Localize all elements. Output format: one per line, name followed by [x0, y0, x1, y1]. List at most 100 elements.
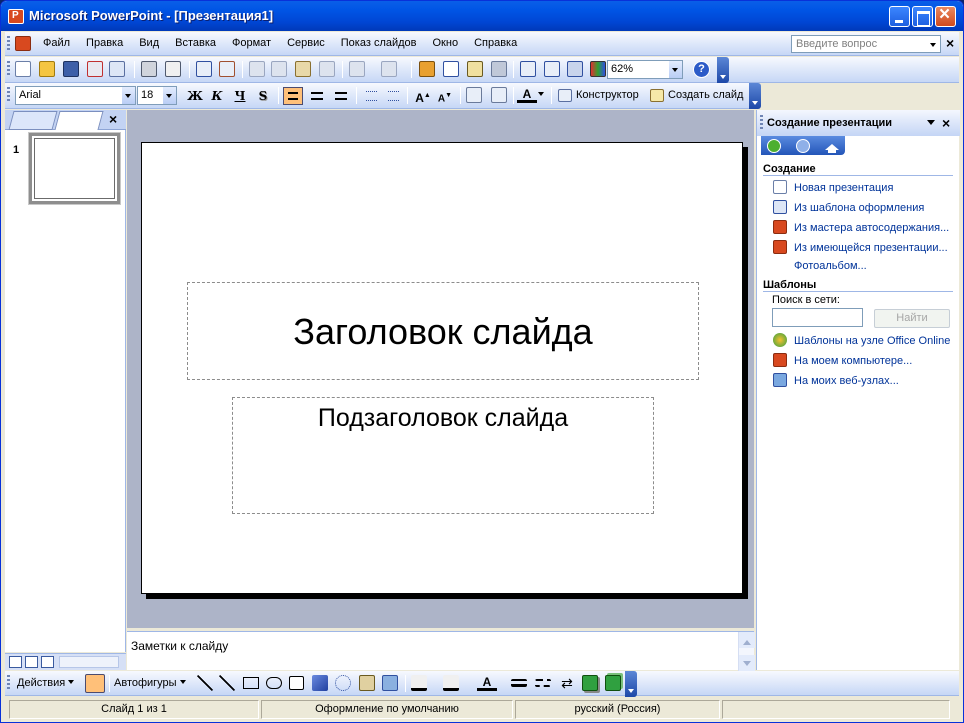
chevron-down-icon[interactable]	[927, 37, 939, 51]
paste-icon[interactable]	[295, 61, 311, 77]
on-my-web-sites-link[interactable]: На моих веб-узлах...	[773, 373, 899, 387]
3d-style-icon[interactable]	[605, 675, 621, 691]
decrease-indent-icon[interactable]	[466, 87, 482, 103]
chevron-down-icon[interactable]	[538, 92, 545, 99]
toolbar-grip[interactable]	[7, 675, 10, 691]
line-color-icon[interactable]	[443, 675, 459, 691]
on-my-computer-link[interactable]: На моем компьютере...	[773, 353, 912, 367]
bold-button[interactable]: Ж	[185, 87, 205, 105]
from-existing-presentation-link[interactable]: Из имеющейся презентации...	[773, 240, 948, 254]
menu-format[interactable]: Формат	[232, 37, 271, 49]
underline-button[interactable]: Ч	[230, 87, 250, 105]
arrow-style-icon[interactable]: ⇄	[559, 675, 575, 691]
toolbar-options-chevron-icon[interactable]	[717, 57, 729, 83]
menu-help[interactable]: Справка	[474, 37, 517, 49]
insert-hyperlink-icon[interactable]	[491, 61, 507, 77]
slide-design-button[interactable]: Конструктор	[576, 89, 639, 101]
pane-grip[interactable]	[760, 115, 763, 131]
document-menu-icon[interactable]	[15, 36, 31, 51]
dash-style-icon[interactable]	[535, 679, 551, 687]
menu-insert[interactable]: Вставка	[175, 37, 216, 49]
research-icon[interactable]	[219, 61, 235, 77]
numbering-button[interactable]	[361, 87, 381, 105]
slide[interactable]: Заголовок слайда Подзаголовок слайда	[141, 142, 743, 594]
tables-borders-icon[interactable]	[467, 61, 483, 77]
decrease-font-size-button[interactable]: A▼	[435, 87, 455, 105]
redo-icon[interactable]	[381, 61, 397, 77]
show-formatting-icon[interactable]	[544, 61, 560, 77]
increase-indent-icon[interactable]	[491, 87, 507, 103]
back-icon[interactable]	[767, 139, 781, 153]
shadow-style-icon[interactable]	[582, 675, 598, 691]
autoshapes-menu-button[interactable]: Автофигуры	[114, 677, 186, 689]
tab-outline[interactable]	[8, 111, 58, 130]
rectangle-icon[interactable]	[243, 677, 259, 689]
toolbar-options-chevron-icon[interactable]	[625, 671, 637, 697]
insert-chart-icon[interactable]	[419, 61, 435, 77]
home-icon[interactable]	[824, 139, 840, 153]
chevron-down-icon[interactable]	[163, 87, 176, 104]
tab-slides[interactable]	[54, 111, 104, 130]
select-objects-icon[interactable]	[85, 674, 105, 693]
actions-menu-button[interactable]: Действия	[17, 677, 75, 689]
photo-album-link[interactable]: Фотоальбом...	[794, 260, 867, 272]
italic-button[interactable]: К	[207, 87, 227, 105]
font-color-button[interactable]: A	[517, 87, 537, 103]
print-preview-icon[interactable]	[165, 61, 181, 77]
line-icon[interactable]	[197, 675, 213, 691]
spelling-icon[interactable]	[196, 61, 212, 77]
copy-icon[interactable]	[271, 61, 287, 77]
search-button[interactable]: Найти	[874, 309, 950, 328]
shadow-button[interactable]: S	[253, 87, 273, 105]
chevron-down-icon[interactable]	[122, 87, 135, 104]
print-icon[interactable]	[141, 61, 157, 77]
close-pane-icon[interactable]: ×	[109, 111, 117, 127]
text-box-icon[interactable]	[289, 676, 304, 690]
align-left-button[interactable]	[283, 87, 303, 105]
undo-icon[interactable]	[349, 61, 365, 77]
toolbar-grip[interactable]	[7, 61, 10, 77]
maximize-button[interactable]	[912, 6, 933, 27]
close-window-button[interactable]	[935, 4, 956, 27]
scroll-up-icon[interactable]	[739, 632, 755, 648]
vertical-scrollbar[interactable]	[738, 632, 755, 671]
align-center-button[interactable]	[307, 87, 327, 105]
cut-icon[interactable]	[249, 61, 265, 77]
slide-sorter-view-icon[interactable]	[25, 656, 38, 668]
help-question-input[interactable]: Введите вопрос	[791, 35, 941, 53]
menu-slide-show[interactable]: Показ слайдов	[341, 37, 417, 49]
horizontal-scrollbar[interactable]	[59, 656, 119, 668]
new-presentation-link[interactable]: Новая презентация	[773, 180, 893, 194]
menu-edit[interactable]: Правка	[86, 37, 123, 49]
subtitle-placeholder[interactable]: Подзаголовок слайда	[232, 397, 654, 514]
diagram-icon[interactable]	[335, 675, 351, 691]
font-name-select[interactable]: Arial	[15, 86, 136, 105]
format-painter-icon[interactable]	[319, 61, 335, 77]
scroll-down-icon[interactable]	[739, 655, 755, 671]
office-online-templates-link[interactable]: Шаблоны на узле Office Online	[773, 333, 950, 347]
show-grid-icon[interactable]	[567, 61, 583, 77]
notes-pane[interactable]: Заметки к слайду	[127, 631, 755, 671]
email-icon[interactable]	[109, 61, 125, 77]
autocontent-wizard-link[interactable]: Из мастера автосодержания...	[773, 220, 949, 234]
align-right-button[interactable]	[331, 87, 351, 105]
color-grayscale-icon[interactable]	[590, 61, 606, 77]
fill-color-icon[interactable]	[411, 675, 427, 691]
line-style-icon[interactable]	[511, 679, 527, 687]
search-online-input[interactable]	[772, 308, 863, 327]
help-icon[interactable]: ?	[693, 61, 710, 78]
increase-font-size-button[interactable]: A▲	[413, 87, 433, 105]
menu-view[interactable]: Вид	[139, 37, 159, 49]
toolbar-options-chevron-icon[interactable]	[749, 83, 761, 109]
forward-icon[interactable]	[796, 139, 810, 153]
chevron-down-icon[interactable]	[669, 61, 682, 78]
new-document-icon[interactable]	[15, 61, 31, 77]
slide-thumbnail[interactable]	[28, 132, 121, 205]
slide-show-view-icon[interactable]	[41, 656, 54, 668]
oval-icon[interactable]	[266, 677, 282, 689]
toolbar-grip[interactable]	[7, 36, 10, 52]
close-task-pane-icon[interactable]: ×	[942, 115, 950, 131]
minimize-button[interactable]	[889, 6, 910, 27]
insert-table-icon[interactable]	[443, 61, 459, 77]
wordart-icon[interactable]	[312, 675, 328, 691]
